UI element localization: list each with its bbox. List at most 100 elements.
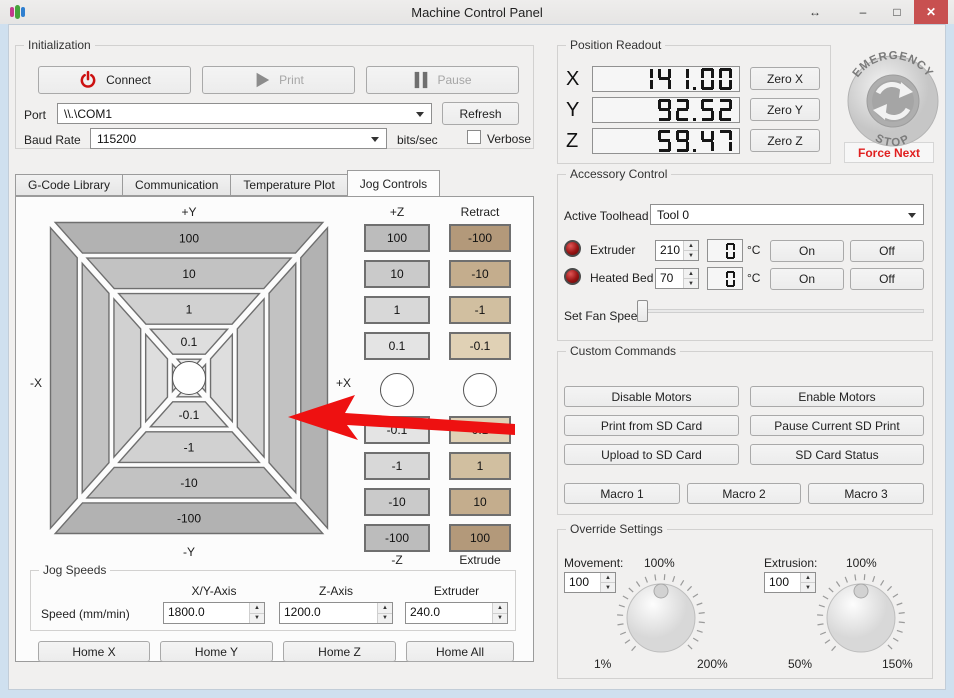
pause-sd-print-button[interactable]: Pause Current SD Print xyxy=(750,415,924,436)
extruder-setpoint-spinbox[interactable]: 210▲▼ xyxy=(655,240,699,261)
extrusion-min-label: 50% xyxy=(788,657,812,671)
axis-Z-readout xyxy=(592,128,740,154)
jog-speeds-group: Jog Speeds X/Y-Axis Z-Axis Extruder Spee… xyxy=(30,570,516,631)
extruder-off-button[interactable]: Off xyxy=(850,240,924,262)
close-button[interactable]: ✕ xyxy=(914,0,948,24)
jog-x-minus-ring1[interactable] xyxy=(82,263,109,492)
tab-gcode-library[interactable]: G-Code Library xyxy=(15,174,123,196)
home-x-button[interactable]: Home X xyxy=(38,641,150,662)
xy-speed-spinbox[interactable]: 1800.0▲▼ xyxy=(163,602,265,624)
tab-communication[interactable]: Communication xyxy=(123,174,231,196)
e-col-jog-1[interactable]: 1 xyxy=(449,452,511,480)
heated-bed-setpoint-spinbox[interactable]: 70▲▼ xyxy=(655,268,699,289)
active-toolhead-label: Active Toolhead xyxy=(564,209,649,223)
zero-y-button[interactable]: Zero Y xyxy=(750,98,820,121)
upload-to-sd-button[interactable]: Upload to SD Card xyxy=(564,444,739,465)
z-speed-spinbox[interactable]: 1200.0▲▼ xyxy=(279,602,393,624)
extrusion-override-spinbox[interactable]: 100▲▼ xyxy=(764,572,816,593)
jog-x-minus-ring2[interactable] xyxy=(114,299,141,457)
spin-up-icon: ▲ xyxy=(250,603,264,614)
fan-speed-slider[interactable] xyxy=(637,300,924,322)
tab-temperature-plot[interactable]: Temperature Plot xyxy=(231,174,347,196)
temperature-readout xyxy=(707,267,743,290)
resize-icon[interactable]: ↔ xyxy=(800,0,830,24)
xy-jog-pad[interactable]: 1001010.1-0.1-1-10-100 xyxy=(48,220,330,539)
z-col-jog-1[interactable]: 1 xyxy=(364,296,430,324)
z-col-jog--100[interactable]: -100 xyxy=(364,524,430,552)
initialization-legend: Initialization xyxy=(24,38,95,52)
movement-override-spinbox[interactable]: 100▲▼ xyxy=(564,572,616,593)
spin-down-icon: ▼ xyxy=(493,614,507,624)
axis-X-label: X xyxy=(566,68,579,91)
axis-Y-readout xyxy=(592,97,740,123)
tab-jog-controls[interactable]: Jog Controls xyxy=(347,170,440,196)
emergency-stop-button[interactable]: EMERGENCY STOP xyxy=(845,51,941,147)
connect-button[interactable]: Connect xyxy=(38,66,191,94)
print-from-sd-button[interactable]: Print from SD Card xyxy=(564,415,739,436)
baud-rate-combobox[interactable]: 115200 xyxy=(90,128,387,149)
zero-z-button[interactable]: Zero Z xyxy=(750,129,820,152)
z-col-jog--1[interactable]: -1 xyxy=(364,452,430,480)
jog-x-plus-ring1[interactable] xyxy=(269,263,296,492)
z-col-jog--0.1[interactable]: -0.1 xyxy=(364,416,430,444)
movement-override-dial[interactable] xyxy=(613,572,709,665)
heated-bed-on-button[interactable]: On xyxy=(770,268,844,290)
home-z-button[interactable]: Home Z xyxy=(283,641,396,662)
disable-motors-button[interactable]: Disable Motors xyxy=(564,386,739,407)
jog-x-minus-ring3[interactable] xyxy=(146,334,168,421)
maximize-button[interactable]: □ xyxy=(880,0,914,24)
e-col-jog--10[interactable]: -10 xyxy=(449,260,511,288)
e-col-jog--1[interactable]: -1 xyxy=(449,296,511,324)
z-col-jog-0.1[interactable]: 0.1 xyxy=(364,332,430,360)
active-toolhead-combobox[interactable]: Tool 0 xyxy=(650,204,924,225)
verbose-checkbox[interactable] xyxy=(467,130,481,144)
xy-jog-center[interactable] xyxy=(173,362,206,395)
z-col-jog-100[interactable]: 100 xyxy=(364,224,430,252)
slider-handle[interactable] xyxy=(637,300,648,322)
extruder-jog-column: -100 -10 -1 -0.1 0.1 1 10 100 xyxy=(449,224,511,560)
jog-x-plus-ring0[interactable] xyxy=(301,228,328,528)
e-col-jog--0.1[interactable]: -0.1 xyxy=(449,332,511,360)
extruder-speed-spinbox[interactable]: 240.0▲▼ xyxy=(405,602,508,624)
e-col-jog--100[interactable]: -100 xyxy=(449,224,511,252)
extrusion-override-dial[interactable] xyxy=(813,572,909,665)
titlebar[interactable]: Machine Control Panel ↔ – □ ✕ xyxy=(0,0,954,24)
home-all-button[interactable]: Home All xyxy=(406,641,514,662)
temperature-readout xyxy=(707,239,743,262)
power-icon xyxy=(78,70,98,90)
extrusion-top-label: 100% xyxy=(846,556,877,570)
e-col-jog-10[interactable]: 10 xyxy=(449,488,511,516)
custom-commands-group: Custom Commands Disable Motors Enable Mo… xyxy=(557,351,933,515)
sd-card-status-button[interactable]: SD Card Status xyxy=(750,444,924,465)
heated-bed-off-button[interactable]: Off xyxy=(850,268,924,290)
extruder-on-button[interactable]: On xyxy=(770,240,844,262)
zero-x-button[interactable]: Zero X xyxy=(750,67,820,90)
z-col-jog--10[interactable]: -10 xyxy=(364,488,430,516)
e-jog-center[interactable] xyxy=(463,373,497,407)
macro-1-button[interactable]: Macro 1 xyxy=(564,483,680,504)
e-col-jog-0.1[interactable]: 0.1 xyxy=(449,416,511,444)
units-label: °C xyxy=(747,243,760,257)
refresh-button[interactable]: Refresh xyxy=(442,102,519,125)
jog-x-minus-ring0[interactable] xyxy=(51,228,78,528)
connect-label: Connect xyxy=(106,73,151,87)
pause-button[interactable]: Pause xyxy=(366,66,519,94)
minimize-button[interactable]: – xyxy=(846,0,880,24)
z-jog-center[interactable] xyxy=(380,373,414,407)
active-toolhead-value: Tool 0 xyxy=(657,208,689,222)
refresh-label: Refresh xyxy=(459,107,501,121)
z-col-jog-10[interactable]: 10 xyxy=(364,260,430,288)
port-combobox[interactable]: \\.\COM1 xyxy=(57,103,432,124)
print-button[interactable]: Print xyxy=(202,66,355,94)
enable-motors-button[interactable]: Enable Motors xyxy=(750,386,924,407)
axis-Z-label: Z xyxy=(566,130,578,153)
e-col-jog-100[interactable]: 100 xyxy=(449,524,511,552)
home-y-button[interactable]: Home Y xyxy=(160,641,273,662)
extrusion-label: Extrusion: xyxy=(764,556,817,570)
macro-2-button[interactable]: Macro 2 xyxy=(687,483,801,504)
macro-3-button[interactable]: Macro 3 xyxy=(808,483,924,504)
jog-x-plus-ring2[interactable] xyxy=(237,299,264,457)
accessory-control-group: Accessory Control Active Toolhead Tool 0… xyxy=(557,174,933,341)
jog-x-plus-ring3[interactable] xyxy=(211,334,233,421)
jog-ring-label: -1 xyxy=(184,441,195,455)
